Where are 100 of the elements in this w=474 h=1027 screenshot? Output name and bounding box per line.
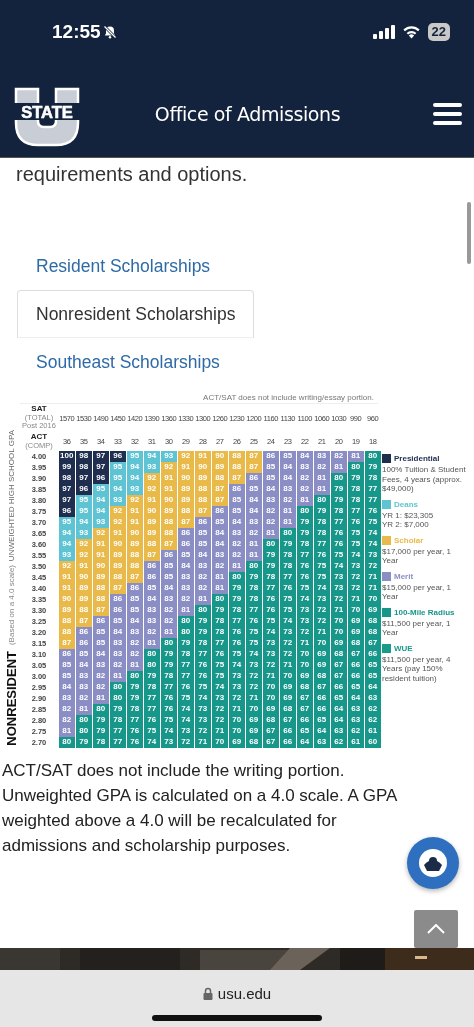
table-cell: 61 xyxy=(364,726,381,737)
table-cell: 87 xyxy=(126,572,143,583)
table-cell: 69 xyxy=(313,660,330,671)
table-cell: 70 xyxy=(347,605,364,616)
table-cell: 90 xyxy=(211,451,228,462)
table-cell: 84 xyxy=(143,594,160,605)
table-cell: 75 xyxy=(160,715,177,726)
table-cell: 76 xyxy=(194,660,211,671)
table-cell: 92 xyxy=(126,495,143,506)
table-cell: 80 xyxy=(313,495,330,506)
table-cell: 73 xyxy=(177,726,194,737)
table-cell: 79 xyxy=(347,473,364,484)
table-cell: 89 xyxy=(211,462,228,473)
table-cell: 77 xyxy=(296,550,313,561)
table-cell: 71 xyxy=(228,704,245,715)
table-cell: 72 xyxy=(279,649,296,660)
table-cell: 63 xyxy=(364,693,381,704)
table-cell: 75 xyxy=(347,528,364,539)
intro-text: requirements and options. xyxy=(16,162,249,187)
table-cell: 81 xyxy=(126,660,143,671)
table-cell: 71 xyxy=(245,693,262,704)
table-cell: 73 xyxy=(211,693,228,704)
table-cell: 88 xyxy=(126,561,143,572)
table-cell: 79 xyxy=(194,627,211,638)
tab[interactable]: Southeast Scholarships xyxy=(17,338,239,386)
table-cell: 87 xyxy=(245,462,262,473)
table-cell: 66 xyxy=(279,726,296,737)
legend-text: YR 2: $7,000 xyxy=(382,520,430,530)
table-cell: 77 xyxy=(109,726,126,737)
table-cell: 89 xyxy=(177,484,194,495)
table-cell: 95 xyxy=(75,506,92,517)
table-cell: 67 xyxy=(347,649,364,660)
table-cell: 70 xyxy=(296,649,313,660)
table-cell: 69 xyxy=(228,737,245,748)
table-cell: 69 xyxy=(245,715,262,726)
table-cell: 93 xyxy=(126,484,143,495)
table-cell: 82 xyxy=(160,616,177,627)
table-cell: 68 xyxy=(279,704,296,715)
table-cell: 70 xyxy=(228,715,245,726)
table-cell: 84 xyxy=(75,660,92,671)
table-cell: 86 xyxy=(160,550,177,561)
table-cell: 67 xyxy=(313,682,330,693)
table-cell: 82 xyxy=(228,550,245,561)
table-cell: 73 xyxy=(245,660,262,671)
table-cell: 79 xyxy=(194,616,211,627)
chat-button[interactable] xyxy=(407,837,459,889)
table-cell: 74 xyxy=(143,737,160,748)
table-cell: 85 xyxy=(194,539,211,550)
battery-level: 22 xyxy=(427,23,450,41)
table-cell: 97 xyxy=(92,462,109,473)
table-cell: 72 xyxy=(228,693,245,704)
tab[interactable]: Nonresident Scholarships xyxy=(17,290,255,338)
table-cell: 92 xyxy=(75,539,92,550)
table-cell: 71 xyxy=(330,605,347,616)
table-cell: 80 xyxy=(109,682,126,693)
table-cell: 82 xyxy=(194,572,211,583)
table-cell: 79 xyxy=(92,726,109,737)
table-cell: 70 xyxy=(330,627,347,638)
table-cell: 90 xyxy=(143,506,160,517)
table-cell: 74 xyxy=(364,539,381,550)
table-cell: 83 xyxy=(296,462,313,473)
back-to-top-button[interactable] xyxy=(414,910,458,948)
table-cell: 66 xyxy=(347,671,364,682)
table-cell: 68 xyxy=(347,638,364,649)
table-cell: 76 xyxy=(262,605,279,616)
table-cell: 95 xyxy=(109,462,126,473)
table-cell: 81 xyxy=(177,605,194,616)
table-cell: 62 xyxy=(364,715,381,726)
table-cell: 70 xyxy=(330,616,347,627)
row-heading: ACT xyxy=(30,433,48,442)
table-cell: 88 xyxy=(126,550,143,561)
table-cell: 69 xyxy=(279,682,296,693)
table-cell: 66 xyxy=(347,660,364,671)
table-cell: 78 xyxy=(262,572,279,583)
table-cell: 76 xyxy=(160,704,177,715)
table-cell: 82 xyxy=(177,594,194,605)
table-cell: 79 xyxy=(211,605,228,616)
table-cell: 91 xyxy=(126,506,143,517)
address-text[interactable]: usu.edu xyxy=(217,985,272,1002)
table-cell: 91 xyxy=(177,462,194,473)
table-cell: 83 xyxy=(262,495,279,506)
table-cell: 73 xyxy=(228,671,245,682)
table-cell: 91 xyxy=(58,572,75,583)
table-cell: 80 xyxy=(92,704,109,715)
table-cell: 66 xyxy=(279,737,296,748)
table-cell: 89 xyxy=(143,528,160,539)
table-cell: 77 xyxy=(194,649,211,660)
table-cell: 82 xyxy=(228,539,245,550)
table-cell: 95 xyxy=(126,451,143,462)
table-cell: 91 xyxy=(143,495,160,506)
table-cell: 68 xyxy=(364,627,381,638)
table-cell: 75 xyxy=(245,638,262,649)
menu-icon[interactable] xyxy=(433,102,462,125)
tab[interactable]: Resident Scholarships xyxy=(17,242,230,290)
table-cell: 79 xyxy=(177,638,194,649)
table-cell: 74 xyxy=(194,693,211,704)
table-cell: 79 xyxy=(364,462,381,473)
table-cell: 73 xyxy=(262,638,279,649)
table-cell: 64 xyxy=(330,704,347,715)
table-cell: 73 xyxy=(296,605,313,616)
